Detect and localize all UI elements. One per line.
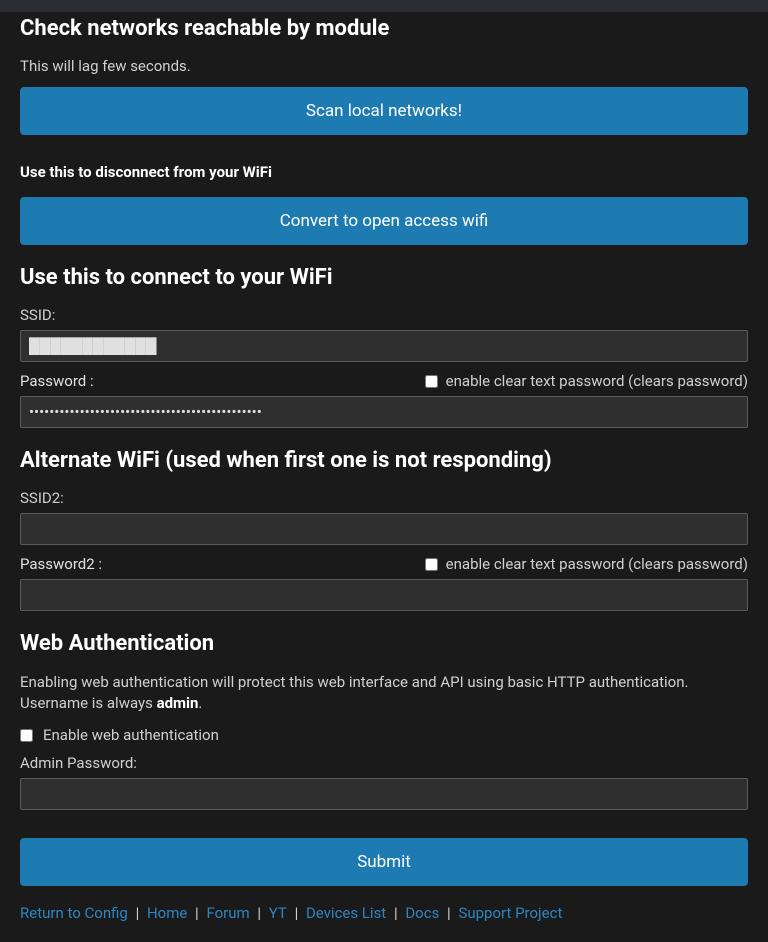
link-sep: | [132,904,143,922]
link-yt[interactable]: YT [269,904,287,922]
convert-open-access-button[interactable]: Convert to open access wifi [20,197,748,245]
link-return-config[interactable]: Return to Config [20,904,128,922]
clear-text-password-text-2: enable clear text password (clears passw… [446,555,748,573]
clear-text-password-checkbox-2[interactable] [425,558,438,571]
clear-text-password-label-2[interactable]: enable clear text password (clears passw… [425,555,748,573]
web-auth-desc-end: . [198,694,202,712]
link-sep: | [443,904,454,922]
footer-links: Return to Config | Home | Forum | YT | D… [20,904,748,922]
link-sep: | [291,904,302,922]
clear-text-password-label-1[interactable]: enable clear text password (clears passw… [425,372,748,390]
enable-web-auth-checkbox[interactable] [20,729,33,742]
password-input[interactable] [20,396,748,428]
ssid-input[interactable] [20,330,748,362]
ssid-label: SSID: [20,306,748,324]
link-devices-list[interactable]: Devices List [306,904,386,922]
check-networks-desc: This will lag few seconds. [20,57,748,75]
scan-networks-button[interactable]: Scan local networks! [20,87,748,135]
top-bar [0,0,768,12]
web-auth-username: admin [157,694,199,712]
password2-label: Password2 : [20,555,102,573]
submit-button[interactable]: Submit [20,838,748,886]
web-auth-desc: Enabling web authentication will protect… [20,672,748,714]
disconnect-heading: Use this to disconnect from your WiFi [20,163,748,181]
link-home[interactable]: Home [147,904,187,922]
admin-password-label: Admin Password: [20,754,748,772]
connect-wifi-heading: Use this to connect to your WiFi [20,265,748,290]
link-docs[interactable]: Docs [405,904,439,922]
page-content: Check networks reachable by module This … [0,12,768,942]
admin-password-input[interactable] [20,778,748,810]
clear-text-password-text-1: enable clear text password (clears passw… [446,372,748,390]
alternate-wifi-heading: Alternate WiFi (used when first one is n… [20,448,748,473]
password-label: Password : [20,372,94,390]
web-auth-desc-text: Enabling web authentication will protect… [20,673,688,712]
link-support-project[interactable]: Support Project [458,904,562,922]
check-networks-heading: Check networks reachable by module [20,16,748,41]
ssid2-input[interactable] [20,513,748,545]
link-sep: | [254,904,265,922]
password2-input[interactable] [20,579,748,611]
web-auth-heading: Web Authentication [20,631,748,656]
clear-text-password-checkbox-1[interactable] [425,375,438,388]
link-sep: | [191,904,202,922]
ssid2-label: SSID2: [20,489,748,507]
link-sep: | [390,904,401,922]
link-forum[interactable]: Forum [206,904,249,922]
enable-web-auth-label: Enable web authentication [43,726,219,744]
